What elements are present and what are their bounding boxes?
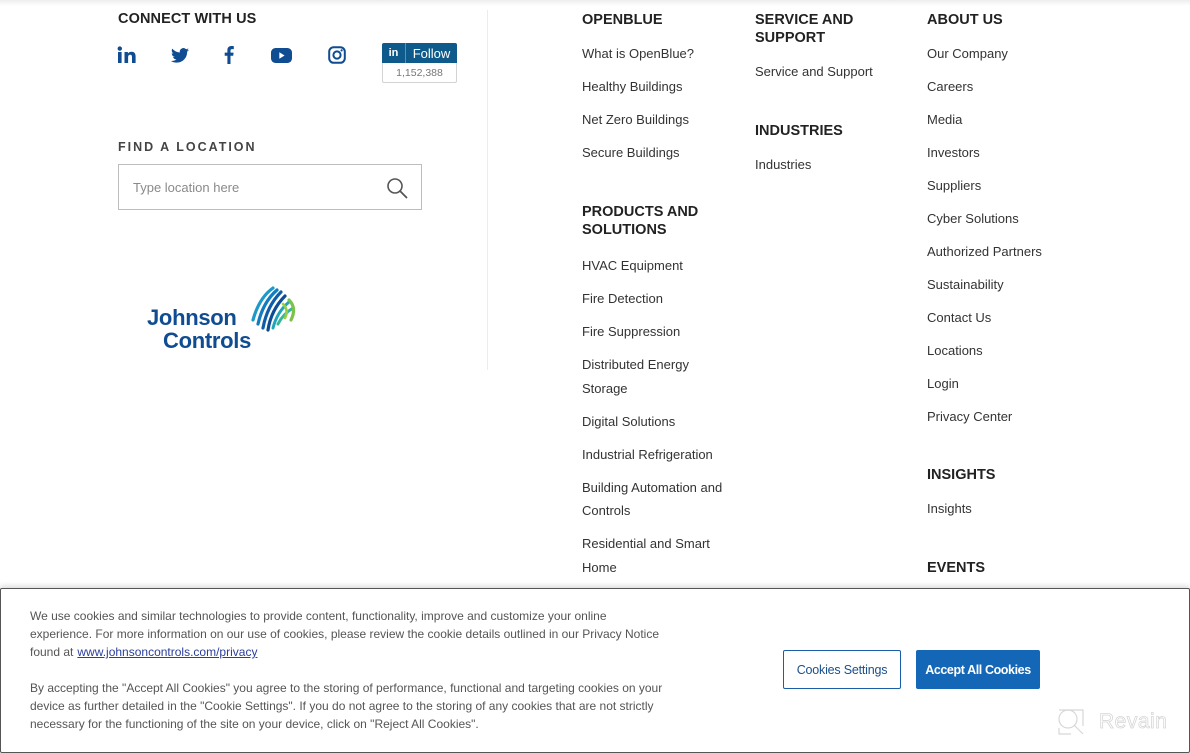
nav-link-industries[interactable]: Industries xyxy=(755,153,905,177)
nav-link-secure-buildings[interactable]: Secure Buildings xyxy=(582,141,732,165)
johnson-controls-logo[interactable]: Johnson Controls xyxy=(146,282,304,354)
nav-column-industries: INDUSTRIES Industries xyxy=(755,122,905,186)
nav-link-sustainability[interactable]: Sustainability xyxy=(927,273,1087,297)
youtube-icon xyxy=(270,47,292,63)
logo-text-controls: Controls xyxy=(163,328,252,353)
nav-link-privacy-center[interactable]: Privacy Center xyxy=(927,405,1087,429)
facebook-link[interactable] xyxy=(222,44,236,66)
nav-column-products: PRODUCTS AND SOLUTIONS HVAC Equipment Fi… xyxy=(582,203,732,589)
follower-count: 1,152,388 xyxy=(382,63,457,83)
nav-link-what-is-openblue[interactable]: What is OpenBlue? xyxy=(582,42,732,66)
nav-link-fire-suppression[interactable]: Fire Suppression xyxy=(582,320,732,344)
nav-link-healthy-buildings[interactable]: Healthy Buildings xyxy=(582,75,732,99)
privacy-link[interactable]: www.johnsoncontrols.com/privacy xyxy=(77,645,257,659)
events-heading[interactable]: EVENTS xyxy=(927,559,1087,577)
nav-link-digital-solutions[interactable]: Digital Solutions xyxy=(582,410,732,434)
nav-link-authorized-partners[interactable]: Authorized Partners xyxy=(927,240,1087,264)
nav-link-net-zero-buildings[interactable]: Net Zero Buildings xyxy=(582,108,732,132)
instagram-link[interactable] xyxy=(327,44,346,66)
cookie-paragraph-1: We use cookies and similar technologies … xyxy=(30,607,670,661)
location-search-box xyxy=(118,164,422,210)
twitter-link[interactable] xyxy=(170,44,190,66)
nav-link-service-and-support[interactable]: Service and Support xyxy=(755,60,905,84)
nav-link-hvac-equipment[interactable]: HVAC Equipment xyxy=(582,254,732,278)
nav-column-insights: INSIGHTS Insights xyxy=(927,466,1087,530)
openblue-heading: OPENBLUE xyxy=(582,12,663,28)
nav-link-residential-smart-home[interactable]: Residential and Smart Home xyxy=(582,532,732,579)
top-edge-shadow xyxy=(0,0,1190,6)
linkedin-icon xyxy=(117,46,136,63)
industries-heading: INDUSTRIES xyxy=(755,123,843,139)
linkedin-follow-button[interactable]: in Follow xyxy=(382,43,457,63)
nav-column-openblue: OPENBLUE What is OpenBlue? Healthy Build… xyxy=(582,11,732,174)
follow-label: Follow xyxy=(412,45,451,61)
nav-link-careers[interactable]: Careers xyxy=(927,75,1087,99)
find-a-location-heading: FIND A LOCATION xyxy=(118,140,257,154)
accept-all-cookies-button[interactable]: Accept All Cookies xyxy=(916,650,1040,689)
nav-link-industrial-refrigeration[interactable]: Industrial Refrigeration xyxy=(582,443,732,467)
revain-watermark-text: Revain xyxy=(1099,710,1168,734)
location-search-input[interactable] xyxy=(133,165,383,209)
column-divider xyxy=(487,10,488,370)
service-heading: SERVICE AND SUPPORT xyxy=(755,12,854,46)
nav-link-distributed-energy-storage[interactable]: Distributed Energy Storage xyxy=(582,353,732,400)
nav-link-cyber-solutions[interactable]: Cyber Solutions xyxy=(927,207,1087,231)
cookie-consent-banner: We use cookies and similar technologies … xyxy=(0,588,1190,753)
nav-link-contact-us[interactable]: Contact Us xyxy=(927,306,1087,330)
cookie-notice-text: We use cookies and similar technologies … xyxy=(30,607,670,733)
linkedin-link[interactable] xyxy=(116,44,138,66)
connect-with-us-heading: CONNECT WITH US xyxy=(118,11,257,27)
products-heading: PRODUCTS AND SOLUTIONS xyxy=(582,204,699,238)
about-heading: ABOUT US xyxy=(927,12,1003,28)
nav-column-events: EVENTS xyxy=(927,559,1087,577)
instagram-icon xyxy=(327,46,346,64)
nav-link-suppliers[interactable]: Suppliers xyxy=(927,174,1087,198)
nav-column-service: SERVICE AND SUPPORT Service and Support xyxy=(755,11,905,93)
nav-link-login[interactable]: Login xyxy=(927,372,1087,396)
cookie-paragraph-2: By accepting the "Accept All Cookies" yo… xyxy=(30,681,663,731)
nav-link-locations[interactable]: Locations xyxy=(927,339,1087,363)
linkedin-small-icon: in xyxy=(382,43,406,63)
nav-column-about: ABOUT US Our Company Careers Media Inves… xyxy=(927,11,1087,438)
revain-watermark: Revain xyxy=(1055,706,1167,738)
cookies-settings-button[interactable]: Cookies Settings xyxy=(783,650,901,689)
nav-link-investors[interactable]: Investors xyxy=(927,141,1087,165)
nav-link-media[interactable]: Media xyxy=(927,108,1087,132)
logo-swirl-icon xyxy=(251,286,296,332)
youtube-link[interactable] xyxy=(270,44,292,66)
revain-logo-icon xyxy=(1058,709,1084,735)
location-search-button[interactable] xyxy=(386,177,408,199)
facebook-icon xyxy=(224,46,234,64)
nav-link-insights[interactable]: Insights xyxy=(927,497,1087,521)
linkedin-follow-widget: in Follow 1,152,388 xyxy=(382,43,457,83)
nav-link-our-company[interactable]: Our Company xyxy=(927,42,1087,66)
nav-link-fire-detection[interactable]: Fire Detection xyxy=(582,287,732,311)
insights-heading: INSIGHTS xyxy=(927,467,996,483)
search-icon xyxy=(387,178,408,199)
twitter-icon xyxy=(171,47,189,63)
nav-link-building-automation[interactable]: Building Automation and Controls xyxy=(582,476,732,523)
